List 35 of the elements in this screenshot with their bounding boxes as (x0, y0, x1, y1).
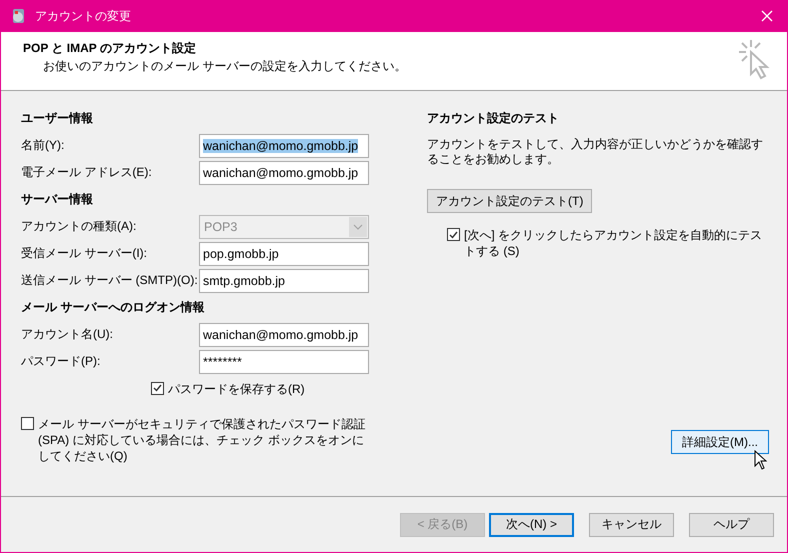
checkbox-label: [次へ] をクリックしたらアカウント設定を自動的にテストする (S) (464, 227, 764, 259)
checkbox-label: パスワードを保存する(R) (168, 380, 305, 396)
mouse-pointer-icon (754, 450, 767, 470)
test-description: アカウントをテストして、入力内容が正しいかどうかを確認することをお勧めします。 (427, 137, 764, 167)
field-label: 名前(Y): (21, 137, 66, 154)
checkbox-label: メール サーバーがセキュリティで保護されたパスワード認証 (SPA) に対応している場合には、チェック ボックスをオンにしてください(Q) (38, 416, 366, 464)
input-field[interactable]: smtp.gmobb.jp (199, 268, 369, 292)
section-heading: アカウント設定のテスト (427, 110, 560, 127)
close-icon[interactable] (761, 10, 773, 22)
footer-button[interactable]: 次へ(N) > (489, 512, 574, 536)
header-subtitle: お使いのアカウントのメール サーバーの設定を入力してください。 (42, 58, 406, 75)
section-heading: メール サーバーへのログオン情報 (21, 299, 206, 316)
chevron-down-icon (353, 224, 363, 230)
input-field[interactable]: wanichan@momo.gmobb.jp (199, 134, 369, 158)
field-label: 電子メール アドレス(E): (21, 164, 153, 181)
footer-button[interactable]: ヘルプ (689, 512, 774, 536)
input-field[interactable]: wanichan@momo.gmobb.jp (199, 160, 369, 184)
checkbox[interactable] (447, 228, 460, 241)
field-label: 送信メール サーバー (SMTP)(O): (21, 272, 199, 289)
field-label: 受信メール サーバー(I): (21, 245, 148, 262)
input-field[interactable]: pop.gmobb.jp (199, 242, 369, 266)
footer-button[interactable]: キャンセル (589, 512, 674, 536)
advanced-settings-button[interactable]: 詳細設定(M)... (671, 430, 769, 454)
field-label: アカウント名(U): (21, 326, 114, 343)
test-account-button[interactable]: アカウント設定のテスト(T) (427, 189, 592, 213)
input-field[interactable]: wanichan@momo.gmobb.jp (199, 322, 369, 346)
header-title: POP と IMAP のアカウント設定 (23, 40, 197, 57)
checkbox[interactable] (151, 382, 164, 394)
section-heading: サーバー情報 (21, 191, 94, 208)
input-field[interactable]: ******** (199, 350, 369, 374)
section-heading: ユーザー情報 (21, 110, 94, 127)
field-label: パスワード(P): (21, 353, 102, 370)
checkbox[interactable] (21, 417, 34, 430)
window-title: アカウントの変更 (35, 8, 132, 24)
field-label: アカウントの種類(A): (21, 218, 138, 235)
